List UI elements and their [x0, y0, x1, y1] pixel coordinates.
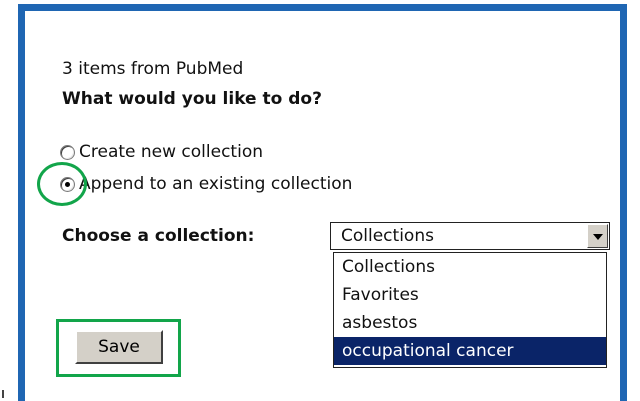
collection-select-value: Collections	[341, 226, 434, 246]
radio-label-append-existing: Append to an existing collection	[79, 174, 353, 194]
choose-collection-label: Choose a collection:	[62, 226, 255, 246]
radio-append-existing[interactable]: Append to an existing collection	[60, 172, 352, 196]
items-count-text: 3 items from PubMed	[62, 59, 244, 79]
collection-select[interactable]: Collections	[330, 222, 610, 250]
chevron-down-icon[interactable]	[587, 224, 608, 248]
collection-dropdown-list: Collections Favorites asbestos occupatio…	[333, 252, 607, 368]
radio-label-create-new: Create new collection	[79, 142, 263, 162]
dropdown-option-favorites[interactable]: Favorites	[334, 281, 606, 309]
radio-button-checked[interactable]	[60, 176, 75, 192]
radio-create-new[interactable]: Create new collection	[60, 140, 263, 164]
dropdown-option-asbestos[interactable]: asbestos	[334, 309, 606, 337]
radio-button-unchecked[interactable]	[60, 144, 75, 160]
left-edge-mark	[2, 390, 4, 398]
save-button[interactable]: Save	[75, 330, 163, 364]
dropdown-option-collections[interactable]: Collections	[334, 253, 606, 281]
dropdown-option-occupational-cancer[interactable]: occupational cancer	[334, 337, 606, 365]
question-heading: What would you like to do?	[62, 89, 322, 109]
